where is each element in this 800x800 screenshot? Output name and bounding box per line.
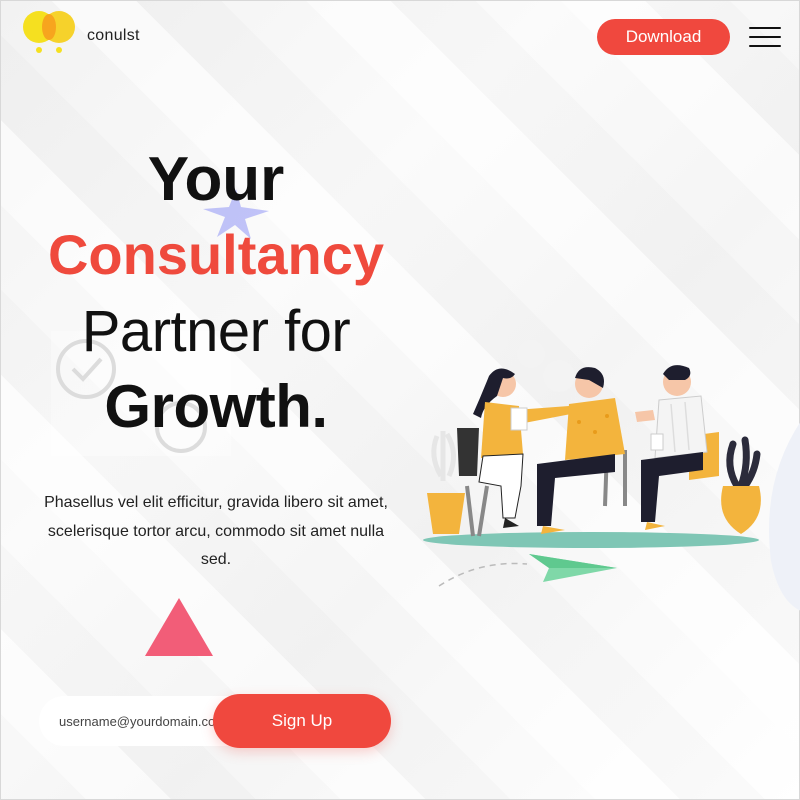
signup-form: Sign Up [39, 694, 391, 748]
hero-line-your: Your [147, 145, 285, 214]
hero-description: Phasellus vel elit efficitur, gravida li… [44, 494, 388, 568]
logo-icon [23, 11, 75, 53]
menu-icon[interactable] [749, 27, 781, 51]
menu-bar [749, 45, 781, 47]
hero-line-partner: Partner for [81, 299, 351, 364]
hero-heading: Your Consultancy Partner for Growth. [31, 141, 401, 437]
team-meeting-illustration [423, 340, 761, 587]
menu-bar [749, 27, 781, 29]
brand-name: conulst [87, 27, 140, 44]
download-button[interactable]: Download [597, 19, 730, 55]
sign-up-button[interactable]: Sign Up [213, 694, 391, 748]
menu-bar [749, 36, 781, 38]
triangle-shape [145, 598, 213, 656]
hero-line-growth: Growth. [104, 373, 328, 440]
hero-line-consultancy: Consultancy [47, 223, 385, 286]
decorative-arc [769, 422, 800, 611]
